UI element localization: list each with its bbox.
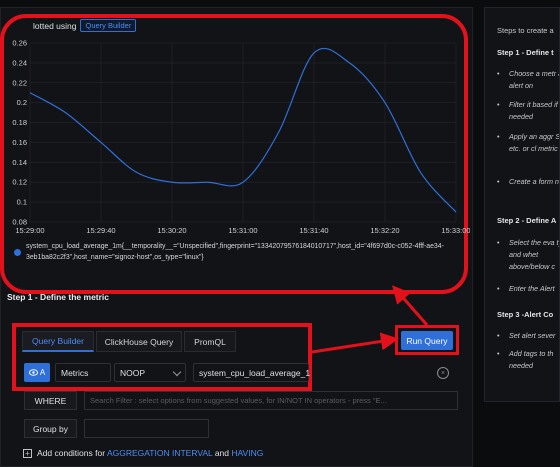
cpu-load-chart: 0.260.240.220.20.180.160.140.120.10.08 1…	[12, 39, 470, 236]
y-tick-label: 0.14	[12, 158, 27, 167]
group-by-input[interactable]	[84, 419, 209, 438]
x-tick-label: 15:29:00	[15, 226, 44, 235]
close-icon[interactable]: ×	[437, 367, 449, 379]
y-tick-label: 0.22	[12, 78, 27, 87]
x-tick-label: 15:32:20	[370, 226, 399, 235]
aggregation-interval-link[interactable]: AGGREGATION INTERVAL	[107, 448, 212, 458]
tab-clickhouse-query[interactable]: ClickHouse Query	[96, 331, 182, 352]
x-tick-label: 15:30:20	[157, 226, 186, 235]
x-axis: 15:29:00 15:29:40 15:30:20 15:31:00 15:31:40…	[15, 226, 470, 235]
y-tick-label: 0.18	[12, 118, 27, 127]
chart-grid	[29, 42, 457, 223]
aggregate-operator-value: NOOP	[120, 367, 146, 378]
add-conditions-prefix: Add conditions for	[37, 448, 106, 458]
y-tick-label: 0.12	[12, 178, 27, 187]
where-filter-input[interactable]: Search Filter : select options from sugg…	[84, 391, 458, 410]
add-conditions-and: and	[214, 448, 229, 458]
having-link[interactable]: HAVING	[231, 448, 263, 458]
help-step3-title: Step 3 -Alert Co	[497, 310, 554, 319]
tab-promql[interactable]: PromQL	[184, 331, 236, 352]
help-step1-title: Step 1 - Define t	[497, 48, 554, 57]
x-tick-label: 15:31:00	[228, 226, 257, 235]
legend-series-label: system_cpu_load_average_1m{__temporality…	[26, 243, 444, 261]
help-intro: Steps to create a	[497, 26, 554, 35]
eye-icon	[28, 369, 38, 376]
y-tick-label: 0.26	[12, 39, 27, 48]
chart-legend[interactable]: system_cpu_load_average_1m{__temporality…	[14, 241, 464, 263]
help-step2-title: Step 2 - Define A	[497, 216, 557, 225]
legend-color-dot	[14, 249, 21, 256]
y-tick-label: 0.1	[17, 198, 27, 207]
y-axis: 0.260.240.220.20.180.160.140.120.10.08	[12, 39, 27, 227]
add-conditions-text: Add conditions for AGGREGATION INTERVAL …	[37, 448, 263, 458]
y-tick-label: 0.16	[12, 138, 27, 147]
run-query-button[interactable]: Run Query	[401, 331, 453, 350]
step1-title: Step 1 - Define the metric	[7, 292, 110, 302]
right-help-panel: Steps to create a Step 1 - Define t • Cho…	[484, 7, 560, 402]
data-source-value: Metrics	[61, 367, 89, 378]
query-a-toggle[interactable]: A	[24, 363, 50, 382]
x-tick-label: 15:29:40	[86, 226, 115, 235]
x-tick-label: 15:33:00	[441, 226, 470, 235]
query-letter: A	[39, 368, 46, 377]
metric-name-input[interactable]: system_cpu_load_average_1	[193, 363, 311, 382]
where-label: WHERE	[24, 391, 77, 410]
x-tick-label: 15:31:40	[299, 226, 328, 235]
y-tick-label: 0.24	[12, 58, 27, 67]
group-by-label: Group by	[24, 419, 77, 438]
chevron-down-icon	[172, 367, 182, 377]
tab-query-builder[interactable]: Query Builder	[22, 331, 94, 352]
data-source-select[interactable]: Metrics	[55, 363, 111, 382]
y-tick-label: 0.2	[17, 98, 27, 107]
aggregate-operator-select[interactable]: NOOP	[114, 363, 186, 382]
metric-name-value: system_cpu_load_average_1	[199, 367, 311, 378]
plus-icon[interactable]: +	[23, 449, 32, 458]
